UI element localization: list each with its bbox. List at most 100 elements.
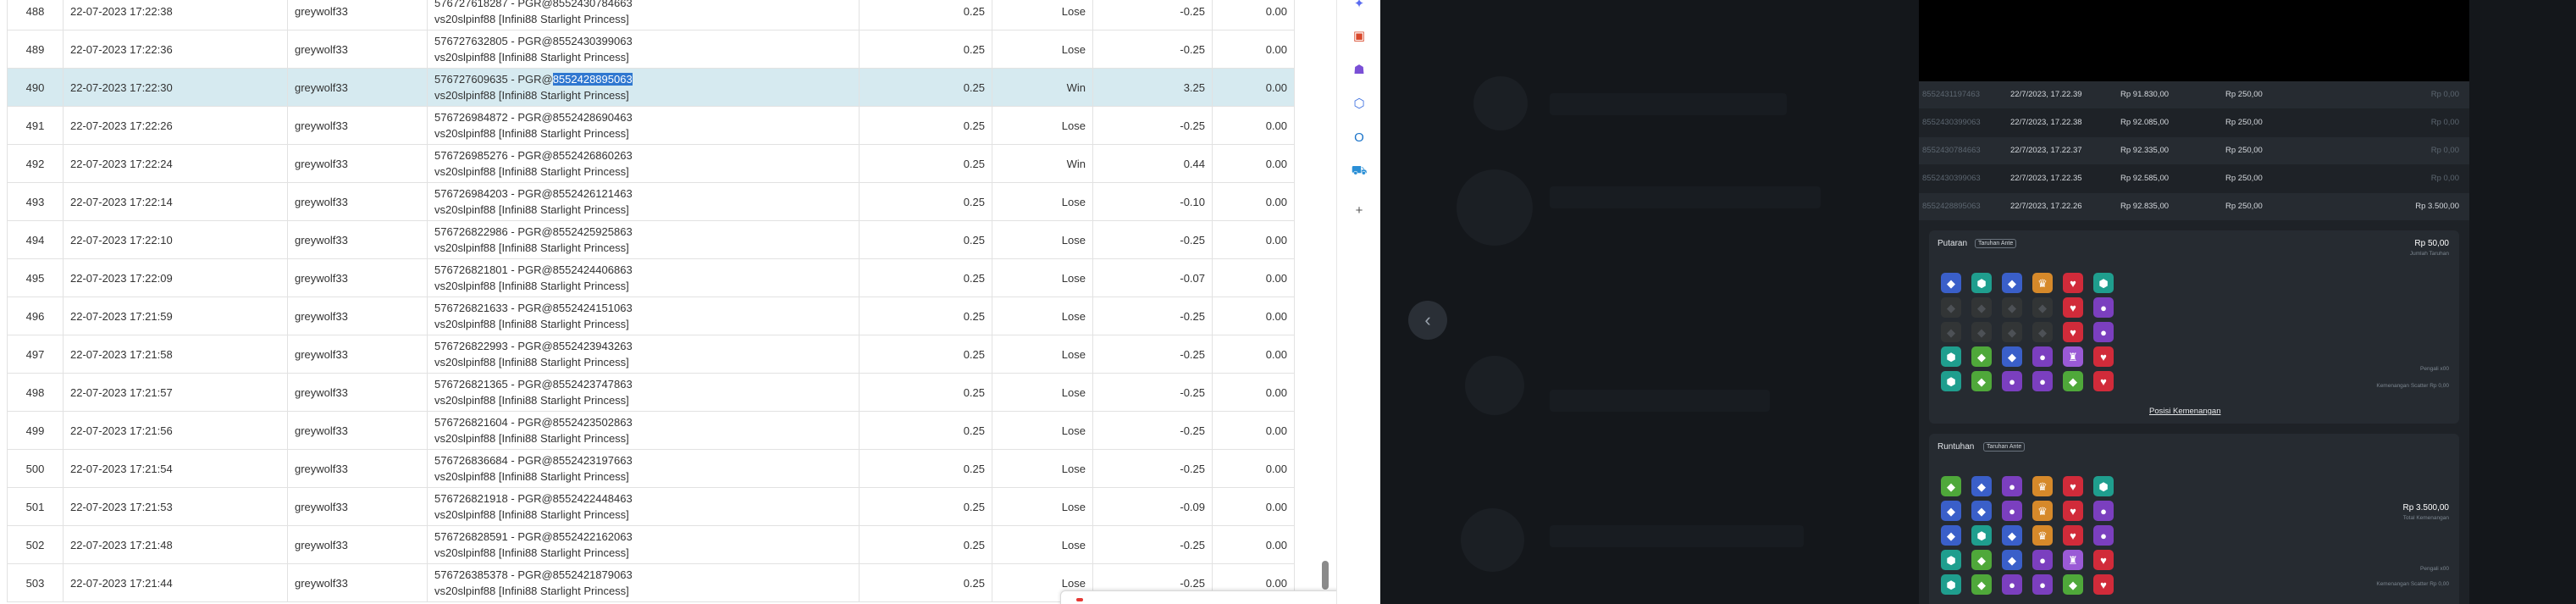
gem-purple-icon: ● <box>2032 371 2053 391</box>
scrollbar-thumb[interactable] <box>1322 561 1329 590</box>
table-row[interactable]: 491 22-07-2023 17:22:26 greywolf33 57672698… <box>7 106 1295 145</box>
row-reference[interactable]: 576726385378 - PGR@8552421879063 <box>434 567 852 583</box>
row-reference[interactable]: 576726821801 - PGR@8552424406863 <box>434 262 852 278</box>
round-win: Rp 0,00 <box>2430 90 2459 99</box>
runtuhan-section: Runtuhan Taruhan Ante Rp 3.500,00 Total … <box>1929 434 2459 604</box>
people-icon[interactable]: ☗ <box>1349 59 1369 80</box>
gem-green-icon: ◆ <box>1971 346 1992 367</box>
row-game: vs20slpinf88 [Infini88 Starlight Princes… <box>434 432 629 445</box>
row-jackpot: 0.00 <box>1212 182 1295 221</box>
table-row[interactable]: 492 22-07-2023 17:22:24 greywolf33 57672698… <box>7 144 1295 183</box>
gem-teal-icon: ⬢ <box>1941 346 1961 367</box>
gem-heart-icon: ♥ <box>2093 371 2114 391</box>
row-reference[interactable]: 576726821604 - PGR@8552423502863 <box>434 414 852 430</box>
row-reference[interactable]: 576726985276 - PGR@8552426860263 <box>434 147 852 163</box>
row-description: 576726828591 - PGR@8552422162063 vs20slpi… <box>427 525 860 564</box>
row-reference[interactable]: 576726984203 - PGR@8552426121463 <box>434 186 852 202</box>
row-reference[interactable]: 576726822986 - PGR@8552425925863 <box>434 224 852 240</box>
backdrop-row <box>1550 390 1770 412</box>
winning-positions-link[interactable]: Posisi Kemenangan <box>2149 407 2221 416</box>
row-number: 499 <box>7 411 64 450</box>
table-row[interactable]: 498 22-07-2023 17:21:57 greywolf33 57672682… <box>7 373 1295 412</box>
row-reference[interactable]: 576726984872 - PGR@8552428690463 <box>434 109 852 125</box>
scrollbar-track[interactable] <box>1318 0 1335 604</box>
table-row[interactable]: 493 22-07-2023 17:22:14 greywolf33 57672698… <box>7 182 1295 221</box>
gem-green-icon: ◆ <box>2063 574 2083 595</box>
row-reference[interactable]: 576727609635 - PGR@8552428895063 <box>434 71 852 87</box>
gem-purple-icon: ● <box>2032 574 2053 595</box>
round-history-row[interactable]: 8552431197463 22/7/2023, 17.22.39 Rp 91.83… <box>1919 81 2469 108</box>
row-winlose: -0.25 <box>1092 411 1213 450</box>
copilot-icon[interactable]: ⬡ <box>1349 93 1369 114</box>
gem-heart-icon: ♥ <box>2063 476 2083 496</box>
gem-dim-icon: ◆ <box>2032 322 2053 342</box>
table-row[interactable]: 496 22-07-2023 17:21:59 greywolf33 57672682… <box>7 296 1295 335</box>
gem-purple-icon: ● <box>2093 525 2114 546</box>
row-jackpot: 0.00 <box>1212 106 1295 145</box>
gem-crown-icon: ♛ <box>2032 476 2053 496</box>
gem-dim-icon: ◆ <box>1941 297 1961 318</box>
outlook-icon[interactable]: O <box>1349 127 1369 147</box>
round-balance: Rp 91.830,00 <box>2120 90 2170 99</box>
table-row[interactable]: 494 22-07-2023 17:22:10 greywolf33 57672682… <box>7 220 1295 259</box>
row-date: 22-07-2023 17:22:09 <box>63 258 288 297</box>
gem-heart-icon: ♥ <box>2063 273 2083 293</box>
table-row[interactable]: 488 22-07-2023 17:22:38 greywolf33 57672761… <box>7 0 1295 30</box>
round-history-row[interactable]: 8552430399063 22/7/2023, 17.22.38 Rp 92.08… <box>1919 109 2469 136</box>
row-bet: 0.25 <box>859 182 992 221</box>
back-arrow-button[interactable]: ‹ <box>1408 301 1447 340</box>
row-reference[interactable]: 576726821365 - PGR@8552423747863 <box>434 376 852 392</box>
row-bet: 0.25 <box>859 220 992 259</box>
gem-teal-icon: ⬢ <box>1971 273 1992 293</box>
row-reference[interactable]: 576726821918 - PGR@8552422448463 <box>434 490 852 507</box>
round-history-row[interactable]: 8552430784663 22/7/2023, 17.22.37 Rp 92.33… <box>1919 137 2469 164</box>
table-row[interactable]: 497 22-07-2023 17:21:58 greywolf33 57672682… <box>7 335 1295 374</box>
row-winlose: -0.25 <box>1092 0 1213 30</box>
toolbox-icon[interactable]: ▣ <box>1349 25 1369 46</box>
gem-blue-icon: ◆ <box>2002 346 2022 367</box>
round-history-row[interactable]: 8552430399063 22/7/2023, 17.22.35 Rp 92.58… <box>1919 165 2469 192</box>
row-date: 22-07-2023 17:21:58 <box>63 335 288 374</box>
table-row[interactable]: 502 22-07-2023 17:21:48 greywolf33 57672682… <box>7 525 1295 564</box>
row-reference[interactable]: 576727618287 - PGR@8552430784663 <box>434 0 852 11</box>
round-history-row[interactable]: 8552428895063 22/7/2023, 17.22.26 Rp 92.83… <box>1919 193 2469 220</box>
row-reference[interactable]: 576726822993 - PGR@8552423943263 <box>434 338 852 354</box>
gem-teal-icon: ⬢ <box>2093 273 2114 293</box>
row-number: 494 <box>7 220 64 259</box>
table-row[interactable]: 501 22-07-2023 17:21:53 greywolf33 57672682… <box>7 487 1295 526</box>
table-row[interactable]: 490 22-07-2023 17:22:30 greywolf33 57672760… <box>7 68 1295 107</box>
row-bet: 0.25 <box>859 0 992 30</box>
table-row[interactable]: 500 22-07-2023 17:21:54 greywolf33 57672683… <box>7 449 1295 488</box>
round-id: 8552430399063 <box>1922 118 1981 127</box>
popup-panel[interactable] <box>1060 590 1336 604</box>
row-reference[interactable]: 576727632805 - PGR@8552430399063 <box>434 33 852 49</box>
shopping-cart-icon[interactable]: ⛟ <box>1349 161 1369 181</box>
row-result: Lose <box>992 0 1093 30</box>
shopping-bag-icon[interactable]: ✦ <box>1349 0 1369 14</box>
row-bet: 0.25 <box>859 411 992 450</box>
row-reference[interactable]: 576726836684 - PGR@8552423197663 <box>434 452 852 468</box>
row-description: 576726984203 - PGR@8552426121463 vs20slpi… <box>427 182 860 221</box>
chevron-left-icon: ‹ <box>1424 309 1431 330</box>
row-reference[interactable]: 576726828591 - PGR@8552422162063 <box>434 529 852 545</box>
row-description: 576726822986 - PGR@8552425925863 vs20slpi… <box>427 220 860 259</box>
table-row[interactable]: 489 22-07-2023 17:22:36 greywolf33 57672763… <box>7 30 1295 69</box>
round-date: 22/7/2023, 17.22.37 <box>2010 146 2082 155</box>
gem-blue-icon: ◆ <box>1971 476 1992 496</box>
row-jackpot: 0.00 <box>1212 411 1295 450</box>
backdrop-row <box>1550 525 1804 547</box>
row-date: 22-07-2023 17:22:30 <box>63 68 288 107</box>
gem-heart-icon: ♥ <box>2093 550 2114 570</box>
gem-crown-icon: ♛ <box>2032 525 2053 546</box>
row-reference[interactable]: 576726821633 - PGR@8552424151063 <box>434 300 852 316</box>
row-winlose: -0.25 <box>1092 30 1213 69</box>
add-icon[interactable]: + <box>1349 200 1369 220</box>
row-result: Lose <box>992 106 1093 145</box>
row-winlose: -0.25 <box>1092 373 1213 412</box>
round-id: 8552430399063 <box>1922 174 1981 183</box>
round-id: 8552431197463 <box>1922 90 1980 99</box>
runtuhan-multiplier: Pengali x00 <box>2420 566 2449 572</box>
table-row[interactable]: 495 22-07-2023 17:22:09 greywolf33 57672682… <box>7 258 1295 297</box>
table-row[interactable]: 499 22-07-2023 17:21:56 greywolf33 57672682… <box>7 411 1295 450</box>
row-game: vs20slpinf88 [Infini88 Starlight Princes… <box>434 318 629 330</box>
